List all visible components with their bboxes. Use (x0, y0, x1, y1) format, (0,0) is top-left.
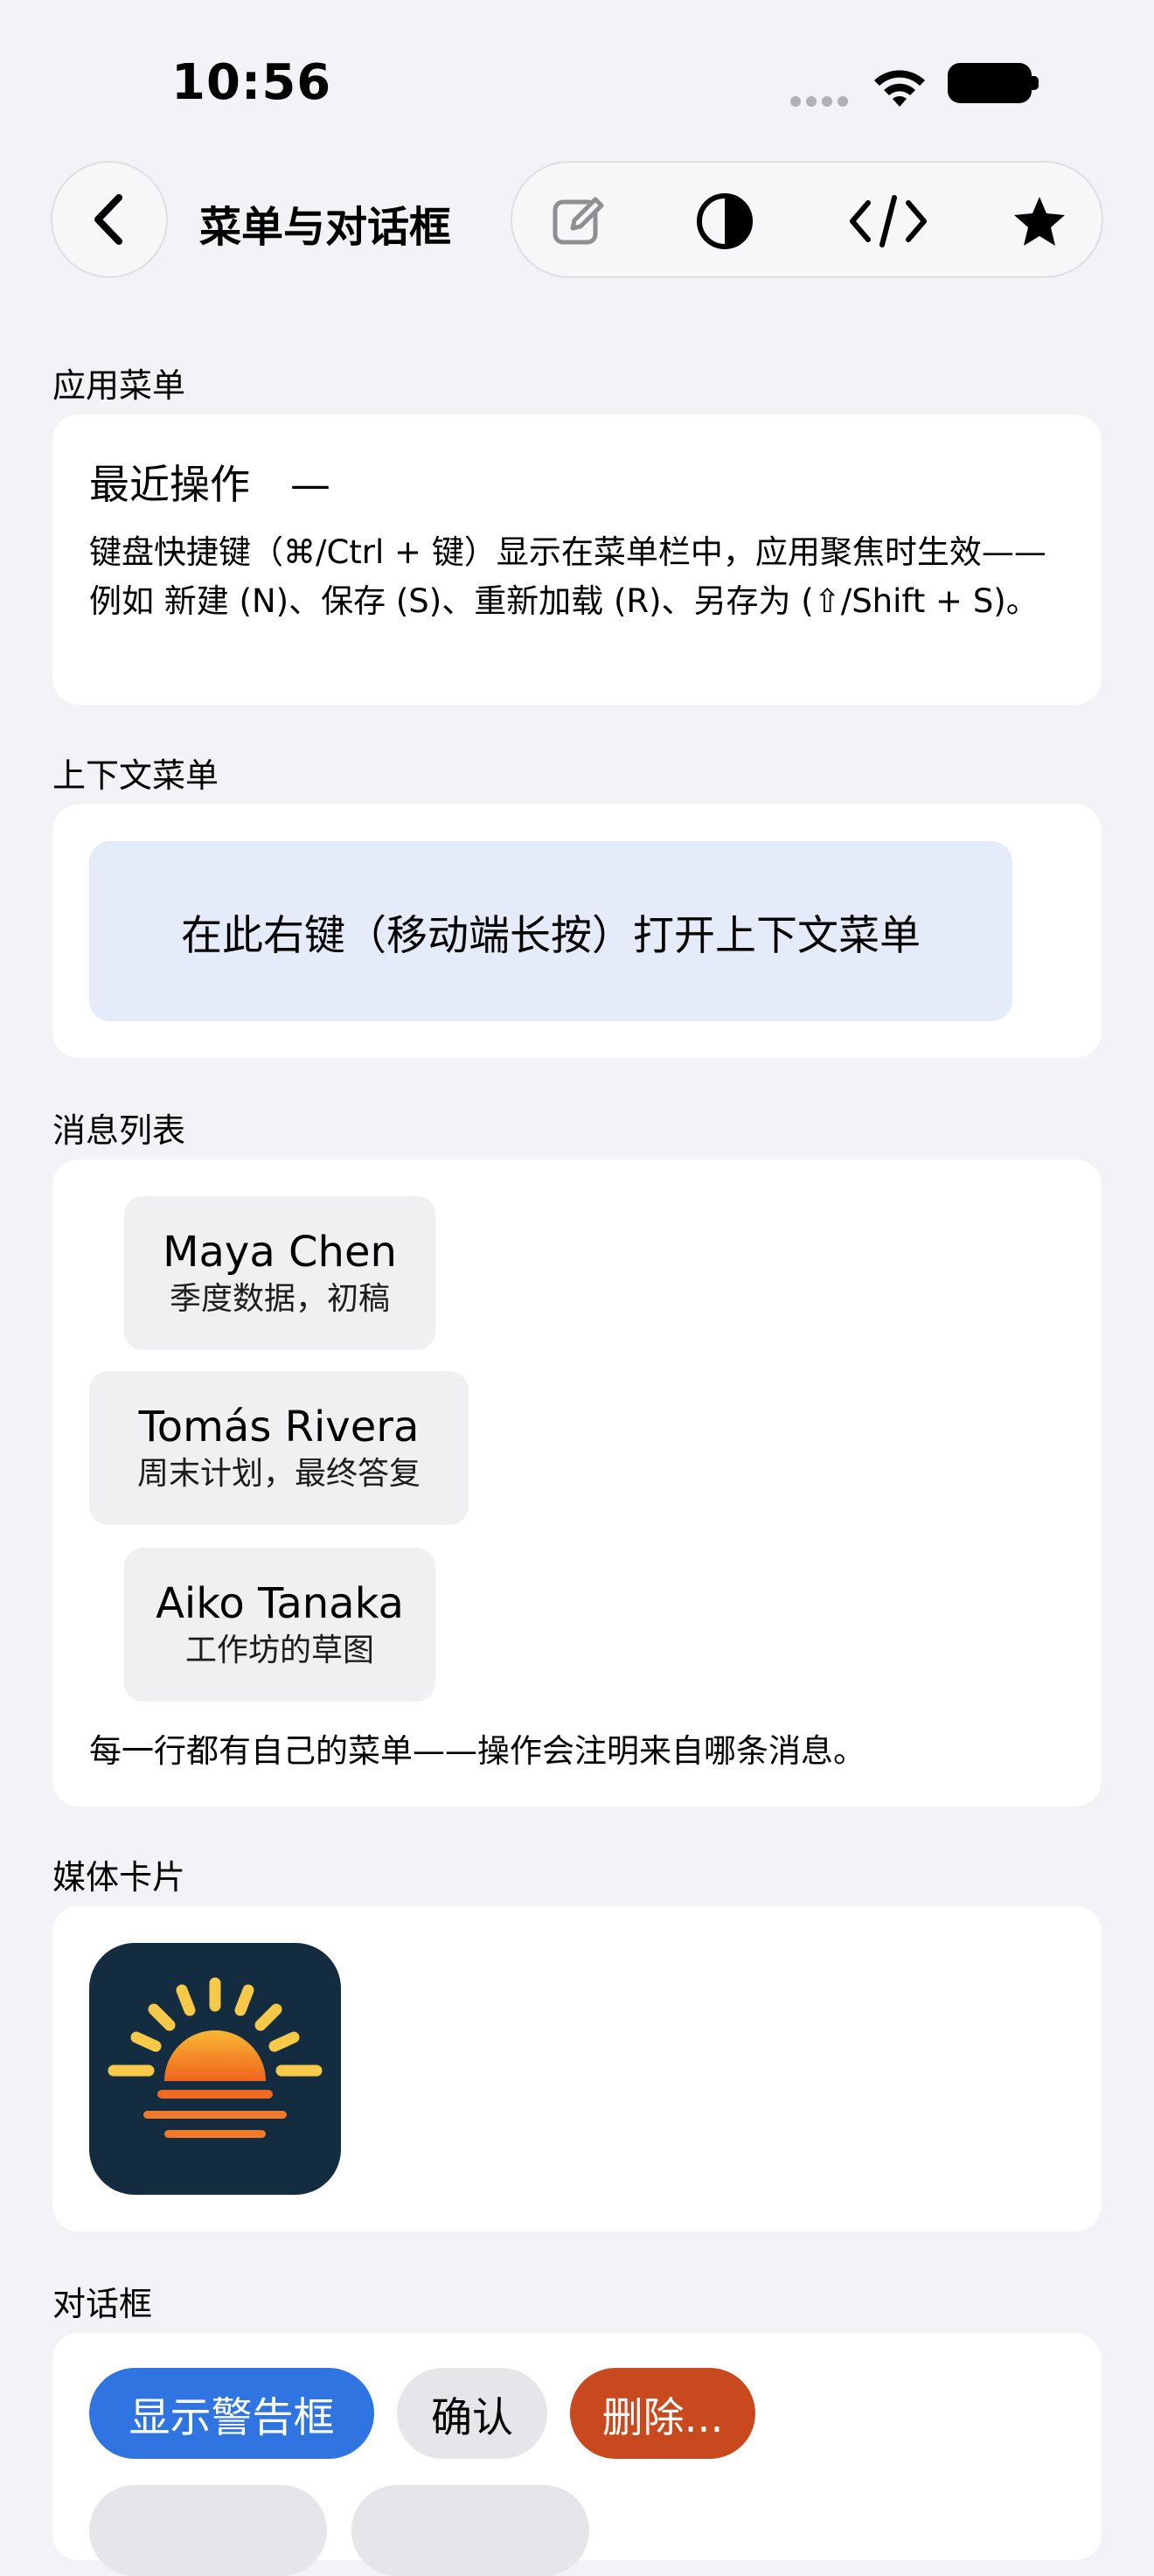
dialog-button-partial[interactable] (351, 2485, 589, 2576)
message-sender: Maya Chen (163, 1228, 397, 1277)
message-row[interactable]: Aiko Tanaka 工作坊的草图 (124, 1548, 435, 1702)
message-subject: 季度数据，初稿 (169, 1281, 390, 1317)
chevron-left-icon (94, 194, 122, 245)
page-title: 菜单与对话框 (199, 203, 452, 252)
message-row[interactable]: Tomás Rivera 周末计划，最终答复 (89, 1371, 469, 1525)
section-label-context-menu: 上下文菜单 (52, 756, 219, 795)
confirm-button[interactable]: 确认 (397, 2368, 547, 2459)
cellular-signal-icon (790, 96, 848, 107)
context-menu-target[interactable]: 在此右键（移动端长按）打开上下文菜单 (89, 841, 1012, 1021)
dialog-button-partial[interactable] (89, 2485, 327, 2576)
toolbar (511, 161, 1103, 278)
message-sender: Tomás Rivera (138, 1403, 420, 1452)
section-label-message-list: 消息列表 (52, 1111, 186, 1150)
message-list-note: 每一行都有自己的菜单——操作会注明来自哪条消息。 (89, 1732, 866, 1770)
message-subject: 周末计划，最终答复 (136, 1456, 421, 1492)
section-label-app-menu: 应用菜单 (52, 366, 186, 405)
back-button[interactable] (51, 161, 168, 278)
sunrise-app-icon[interactable] (89, 1943, 341, 2195)
code-icon[interactable] (845, 191, 932, 252)
message-row[interactable]: Maya Chen 季度数据，初稿 (124, 1196, 435, 1350)
message-sender: Aiko Tanaka (156, 1579, 404, 1628)
star-icon[interactable] (1009, 191, 1070, 252)
edit-icon[interactable] (547, 191, 608, 252)
contrast-icon[interactable] (694, 191, 755, 252)
show-alert-button[interactable]: 显示警告框 (89, 2368, 374, 2459)
wifi-icon (874, 70, 925, 107)
shortcut-description: 键盘快捷键（⌘/Ctrl + 键）显示在菜单栏中，应用聚焦时生效——例如 新建 … (89, 533, 1046, 620)
recent-action-title: 最近操作 — (89, 461, 330, 508)
delete-button[interactable]: 删除... (570, 2368, 755, 2459)
message-subject: 工作坊的草图 (184, 1633, 374, 1668)
battery-tip (1032, 76, 1039, 90)
battery-icon (948, 63, 1032, 103)
status-time: 10:56 (171, 54, 332, 111)
section-label-media-card: 媒体卡片 (52, 1858, 186, 1897)
section-label-dialogs: 对话框 (52, 2285, 153, 2323)
